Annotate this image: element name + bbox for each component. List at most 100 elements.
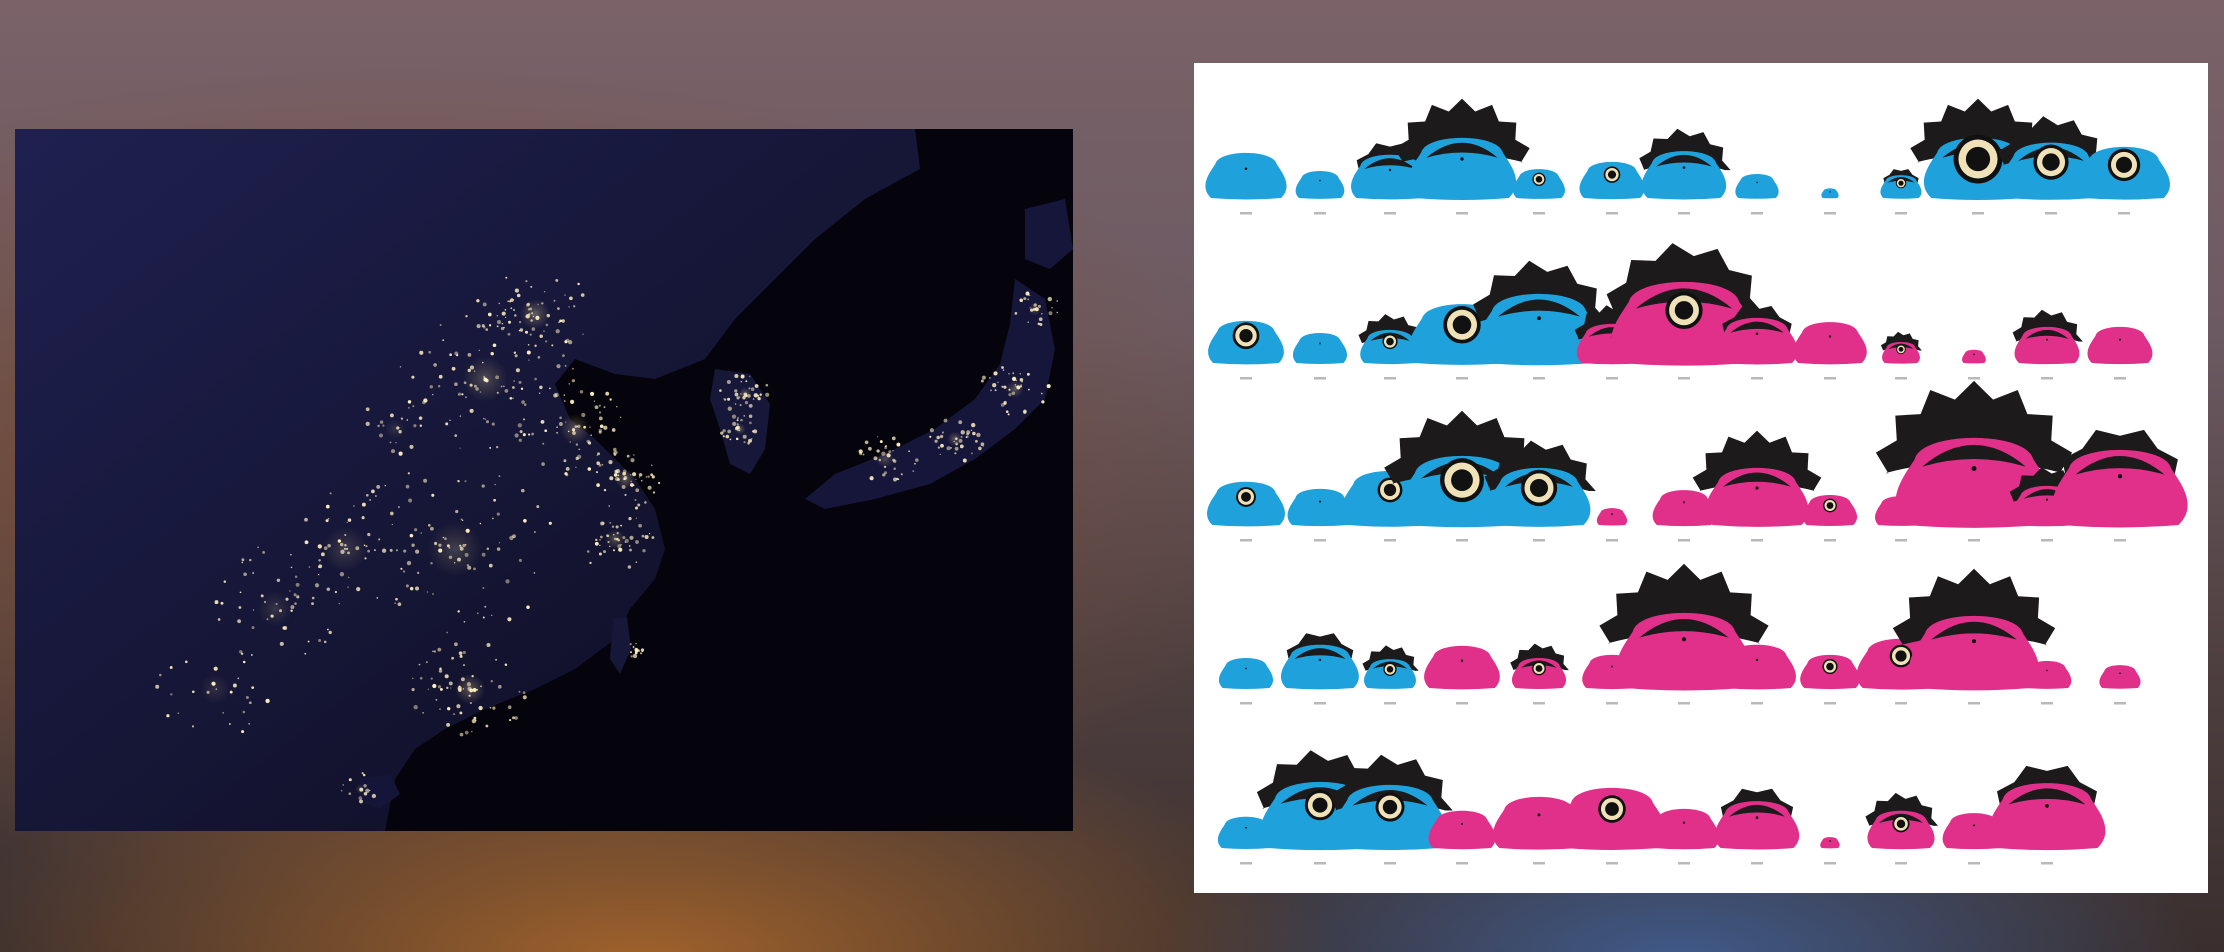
city-light (338, 602, 341, 605)
city-light (507, 332, 511, 336)
city-light (940, 443, 944, 448)
city-light (454, 382, 458, 387)
city-light (482, 325, 486, 329)
character-caption (1606, 539, 1618, 542)
city-light (750, 387, 755, 391)
city-light (1001, 366, 1004, 369)
city-light (634, 506, 639, 510)
city-light (509, 719, 512, 722)
city-light (1051, 306, 1053, 309)
character-pink (1802, 494, 1858, 542)
city-light (323, 640, 327, 644)
city-light (460, 518, 463, 521)
city-light (476, 324, 481, 329)
city-light (528, 433, 531, 436)
city-light (564, 294, 566, 296)
character-pink (2022, 660, 2072, 705)
city-light (423, 478, 428, 483)
city-light (242, 660, 246, 664)
character-body (1596, 508, 1628, 526)
city-light (1019, 378, 1024, 382)
character-body (1292, 332, 1348, 364)
city-light (564, 364, 567, 367)
city-light (725, 434, 730, 439)
character-caption (1384, 862, 1396, 865)
city-light (432, 393, 434, 396)
character-blue (1639, 128, 1731, 215)
city-light (722, 429, 726, 433)
city-light (223, 580, 227, 583)
city-light (734, 373, 739, 379)
city-light (1002, 369, 1005, 371)
city-glow (462, 356, 508, 402)
city-light (514, 314, 517, 317)
city-light (501, 322, 504, 325)
city-light (609, 398, 612, 401)
city-light (490, 352, 494, 356)
city-light (629, 535, 634, 540)
city-light (939, 434, 944, 439)
city-glow (1028, 302, 1042, 316)
city-light (191, 690, 195, 694)
city-light (340, 789, 343, 792)
character-blue (1208, 320, 1284, 380)
city-light (411, 375, 415, 379)
city-light (490, 679, 494, 683)
character-body (1820, 837, 1840, 849)
character-pink (1962, 349, 1986, 380)
city-light (635, 488, 640, 493)
city-light (876, 449, 880, 453)
city-light (1028, 388, 1030, 391)
city-light (513, 380, 515, 382)
city-light (514, 433, 519, 438)
city-light (496, 325, 499, 328)
character-pink (1865, 792, 1939, 865)
city-light (485, 724, 489, 728)
city-light (413, 424, 417, 428)
city-light (318, 566, 320, 568)
city-light (533, 531, 536, 533)
city-light (912, 470, 915, 473)
city-light (742, 434, 747, 439)
city-light (488, 324, 492, 327)
city-light (411, 543, 415, 547)
city-light (564, 340, 568, 344)
city-light (553, 393, 558, 398)
city-light (946, 446, 951, 451)
city-light (600, 535, 603, 539)
city-light (959, 444, 964, 449)
city-light (939, 453, 941, 456)
city-light (457, 610, 460, 613)
city-light (394, 602, 396, 604)
character-pink (2087, 326, 2153, 380)
city-light (420, 532, 423, 534)
city-light (579, 390, 584, 394)
city-light (450, 687, 452, 689)
city-light (459, 732, 464, 737)
character-grid-panel (1194, 63, 2208, 893)
city-light (1046, 384, 1051, 389)
city-light (365, 407, 370, 412)
city-light (307, 640, 310, 643)
city-light (974, 439, 978, 443)
character-body (2087, 326, 2153, 365)
character-caption (1456, 377, 1468, 380)
city-light (467, 353, 472, 357)
character-body (2099, 665, 2141, 689)
city-light (399, 366, 402, 368)
city-light (229, 723, 231, 725)
city-light (485, 420, 490, 424)
city-light (970, 452, 973, 455)
city-light (459, 415, 462, 417)
city-light (414, 549, 420, 554)
city-light (538, 392, 541, 394)
city-light (972, 431, 976, 436)
city-light (169, 666, 173, 669)
city-light (514, 354, 518, 358)
city-light (965, 436, 968, 439)
city-light (555, 278, 559, 282)
city-light (438, 669, 443, 673)
city-light (743, 440, 746, 444)
city-light (451, 656, 454, 660)
city-light (513, 351, 517, 354)
